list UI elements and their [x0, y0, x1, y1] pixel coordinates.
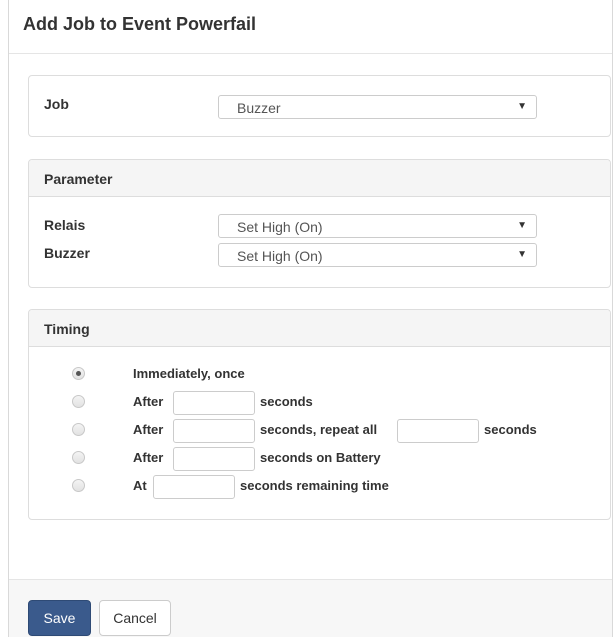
remaining-radio[interactable]: [72, 479, 85, 492]
after-seconds-label: seconds: [260, 394, 313, 409]
chevron-down-icon: ▼: [517, 249, 527, 260]
job-select-value: Buzzer: [237, 100, 281, 116]
job-panel: Job Buzzer ▼: [28, 75, 611, 137]
repeat-after-seconds-input[interactable]: [173, 419, 255, 443]
remaining-seconds-label: seconds remaining time: [240, 478, 389, 493]
repeat-after-label: After: [133, 422, 164, 437]
after-label: After: [133, 394, 164, 409]
timing-panel: Timing Immediately, once After seconds A…: [28, 309, 611, 520]
timing-option-battery: After seconds on Battery: [29, 447, 610, 471]
add-job-dialog: Add Job to Event Powerfail Job Buzzer ▼ …: [8, 0, 613, 637]
battery-seconds-label: seconds on Battery: [260, 450, 381, 465]
timing-option-remaining: At seconds remaining time: [29, 475, 610, 499]
parameter-heading: Parameter: [29, 160, 610, 197]
battery-radio[interactable]: [72, 451, 85, 464]
battery-after-label: After: [133, 450, 164, 465]
relais-select-value: Set High (On): [237, 219, 323, 235]
repeat-interval-input[interactable]: [397, 419, 479, 443]
cancel-button[interactable]: Cancel: [99, 600, 171, 636]
after-radio[interactable]: [72, 395, 85, 408]
battery-seconds-input[interactable]: [173, 447, 255, 471]
buzzer-select[interactable]: Set High (On) ▼: [218, 243, 537, 267]
job-select[interactable]: Buzzer ▼: [218, 95, 537, 119]
immediately-radio[interactable]: [72, 367, 85, 380]
job-label: Job: [44, 96, 69, 112]
timing-option-repeat: After seconds, repeat all seconds: [29, 419, 610, 443]
dialog-body: Job Buzzer ▼ Parameter Relais Set High (…: [9, 54, 612, 579]
chevron-down-icon: ▼: [517, 220, 527, 231]
repeat-all-label: seconds, repeat all: [260, 422, 378, 437]
immediately-label: Immediately, once: [133, 366, 245, 381]
timing-option-after: After seconds: [29, 391, 610, 415]
remaining-seconds-input[interactable]: [153, 475, 235, 499]
parameter-panel: Parameter Relais Set High (On) ▼ Buzzer …: [28, 159, 611, 288]
chevron-down-icon: ▼: [517, 101, 527, 112]
remaining-at-label: At: [133, 478, 147, 493]
timing-heading: Timing: [29, 310, 610, 347]
relais-label: Relais: [44, 217, 86, 233]
relais-select[interactable]: Set High (On) ▼: [218, 214, 537, 238]
repeat-seconds-label: seconds: [484, 422, 537, 437]
dialog-footer: Save Cancel: [9, 579, 612, 637]
buzzer-select-value: Set High (On): [237, 248, 323, 264]
save-button[interactable]: Save: [28, 600, 91, 636]
dialog-header: Add Job to Event Powerfail: [9, 0, 612, 54]
repeat-radio[interactable]: [72, 423, 85, 436]
timing-option-immediately: Immediately, once: [29, 363, 610, 385]
buzzer-label: Buzzer: [44, 245, 90, 261]
dialog-title: Add Job to Event Powerfail: [23, 14, 257, 34]
after-seconds-input[interactable]: [173, 391, 255, 415]
